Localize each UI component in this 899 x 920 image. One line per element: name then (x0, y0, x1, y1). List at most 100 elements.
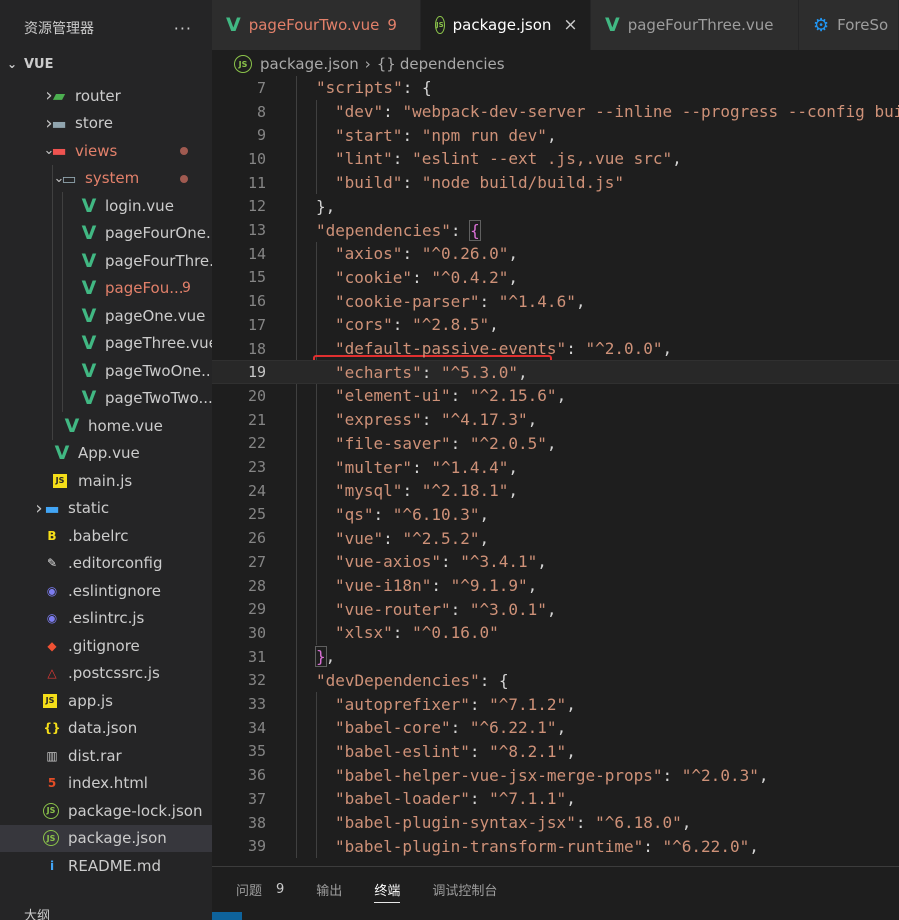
code-line[interactable]: 13 "dependencies": { (212, 218, 899, 242)
code-line[interactable]: 7 "scripts": { (212, 76, 899, 100)
code-line[interactable]: 18 "default-passive-events": "^2.0.0", (212, 337, 899, 361)
code-line[interactable]: 26 "vue": "^2.5.2", (212, 526, 899, 550)
token: : (479, 291, 499, 311)
tree-item[interactable]: JS app.js (0, 687, 212, 715)
tree-item[interactable]: VpageFourThre... (0, 247, 212, 275)
code-line[interactable]: 16 "cookie-parser": "^1.4.6", (212, 289, 899, 313)
tree-item[interactable]: V App.vue (0, 440, 212, 468)
panel-tab[interactable]: 输出 (316, 867, 342, 911)
tree-item[interactable]: ◉ .eslintignore (0, 577, 212, 605)
editor-tab[interactable]: JS package.json × (420, 0, 591, 50)
explorer-header: 资源管理器 ··· (0, 0, 212, 56)
tree-item[interactable]: 5 index.html (0, 770, 212, 798)
line-number: 24 (247, 481, 266, 500)
editor-tab[interactable]: VpageFourTwo.vue 9 (212, 0, 421, 50)
code-line[interactable]: 10 "lint": "eslint --ext .js,.vue src", (212, 147, 899, 171)
code-line[interactable]: 21 "express": "^4.17.3", (212, 408, 899, 432)
code-line[interactable]: 39 "babel-plugin-transform-runtime": "^6.… (212, 834, 899, 858)
token: : (412, 267, 432, 287)
tree-item[interactable]: › ▬ static (0, 495, 212, 523)
more-actions-icon[interactable]: ··· (174, 19, 192, 38)
tree-item[interactable]: Vhome.vue (0, 412, 212, 440)
tree-item[interactable]: VpageTwoOne.... (0, 357, 212, 385)
editor-tab[interactable]: VpageFourThree.vue (590, 0, 799, 50)
panel-active-indicator (212, 912, 242, 920)
code-line[interactable]: 28 "vue-i18n": "^9.1.9", (212, 574, 899, 598)
token: , (758, 765, 769, 785)
code-line[interactable]: 19 "echarts": "^5.3.0", (212, 360, 899, 385)
tree-item[interactable]: i README.md (0, 852, 212, 880)
code-line[interactable]: 12}, (212, 195, 899, 219)
token: "element-ui" (335, 386, 451, 406)
code-line[interactable]: 17 "cors": "^2.8.5", (212, 313, 899, 337)
code-line[interactable]: 29 "vue-router": "^3.0.1", (212, 597, 899, 621)
code-line[interactable]: 30 "xlsx": "^0.16.0" (212, 621, 899, 645)
tree-item[interactable]: VpageOne.vue (0, 302, 212, 330)
token: "start" (335, 125, 403, 145)
tree-item[interactable]: JS package.json (0, 824, 212, 852)
code-editor[interactable]: 7 "scripts": {8 "dev": "webpack-dev-server… (212, 76, 899, 866)
code-line[interactable]: 11 "build": "node build/build.js" (212, 171, 899, 195)
code-line[interactable]: 32 "devDependencies": { (212, 669, 899, 693)
tree-item[interactable]: VpageFou... 9 (0, 275, 212, 303)
code-line[interactable]: 15 "cookie": "^0.4.2", (212, 266, 899, 290)
token: "^7.1.1" (489, 789, 567, 809)
tree-item[interactable]: › ▬ store (0, 110, 212, 138)
panel-tab[interactable]: 终端 (374, 867, 401, 911)
breadcrumb-file[interactable]: package.json (260, 55, 359, 73)
code-line[interactable]: 8 "dev": "webpack-dev-server --inline --p… (212, 100, 899, 124)
token: "webpack-dev-server --inline --progress … (402, 102, 899, 122)
token: , (556, 718, 567, 738)
close-icon[interactable]: × (563, 15, 577, 35)
tree-item[interactable]: ⌄ ▬ views (0, 137, 212, 165)
braces-icon: {} (376, 55, 396, 73)
panel-tab[interactable]: 调试控制台 (432, 867, 497, 911)
line-number: 16 (247, 292, 266, 311)
line-number: 10 (247, 149, 266, 168)
explorer-title: 资源管理器 (24, 21, 94, 37)
tree-item[interactable]: {} data.json (0, 715, 212, 743)
code-line[interactable]: 34 "babel-core": "^6.22.1", (212, 716, 899, 740)
tree-item[interactable]: Vlogin.vue (0, 192, 212, 220)
tree-item[interactable]: › ▰ router (0, 82, 212, 110)
tree-item[interactable]: ◉ .eslintrc.js (0, 605, 212, 633)
workspace-section-header[interactable]: ⌄ VUE (0, 52, 212, 76)
code-line[interactable]: 23 "multer": "^1.4.4", (212, 455, 899, 479)
panel-tab[interactable]: 问题 9 (236, 867, 284, 911)
tree-item[interactable]: △ .postcssrc.js (0, 660, 212, 688)
token: "vue-i18n" (335, 576, 432, 596)
code-line[interactable]: 37 "babel-loader": "^7.1.1", (212, 787, 899, 811)
outline-section-header[interactable]: 大纲 (0, 905, 212, 920)
code-line[interactable]: 20 "element-ui": "^2.15.6", (212, 384, 899, 408)
tree-item[interactable]: JS main.js (0, 467, 212, 495)
tree-item[interactable]: ⌄ ▭ system (0, 165, 212, 193)
tree-item-label: package.json (68, 829, 167, 848)
code-line[interactable]: 22 "file-saver": "^2.0.5", (212, 432, 899, 456)
code-line[interactable]: 38 "babel-plugin-syntax-jsx": "^6.18.0", (212, 811, 899, 835)
code-line[interactable]: 27 "vue-axios": "^3.4.1", (212, 550, 899, 574)
code-line[interactable]: 25 "qs": "^6.10.3", (212, 503, 899, 527)
tree-item[interactable]: ✎ .editorconfig (0, 550, 212, 578)
tree-item-label: static (68, 499, 110, 518)
code-line[interactable]: 14 "axios": "^0.26.0", (212, 242, 899, 266)
code-line[interactable]: 36 "babel-helper-vue-jsx-merge-props": "^… (212, 763, 899, 787)
editor-tab[interactable]: ⚙ ForeSo (799, 0, 899, 50)
tree-item-label: .editorconfig (68, 554, 163, 573)
code-line[interactable]: 33 "autoprefixer": "^7.1.2", (212, 692, 899, 716)
line-content: "babel-plugin-syntax-jsx": "^6.18.0", (335, 813, 691, 832)
code-line[interactable]: 35 "babel-eslint": "^8.2.1", (212, 740, 899, 764)
tree-item[interactable]: ◆ .gitignore (0, 632, 212, 660)
problem-count-badge: 9 (276, 881, 285, 897)
tree-item[interactable]: VpageTwoTwo.... (0, 385, 212, 413)
line-number: 26 (247, 529, 266, 548)
tree-item[interactable]: ▥ dist.rar (0, 742, 212, 770)
code-line[interactable]: 31}, (212, 645, 899, 669)
breadcrumb-symbol[interactable]: dependencies (400, 55, 505, 73)
line-number: 12 (247, 197, 266, 216)
tree-item[interactable]: B .babelrc (0, 522, 212, 550)
code-line[interactable]: 24 "mysql": "^2.18.1", (212, 479, 899, 503)
code-line[interactable]: 9 "start": "npm run dev", (212, 123, 899, 147)
tree-item[interactable]: VpageFourOne... (0, 220, 212, 248)
tree-item[interactable]: VpageThree.vue (0, 330, 212, 358)
tree-item[interactable]: JS package-lock.json (0, 797, 212, 825)
